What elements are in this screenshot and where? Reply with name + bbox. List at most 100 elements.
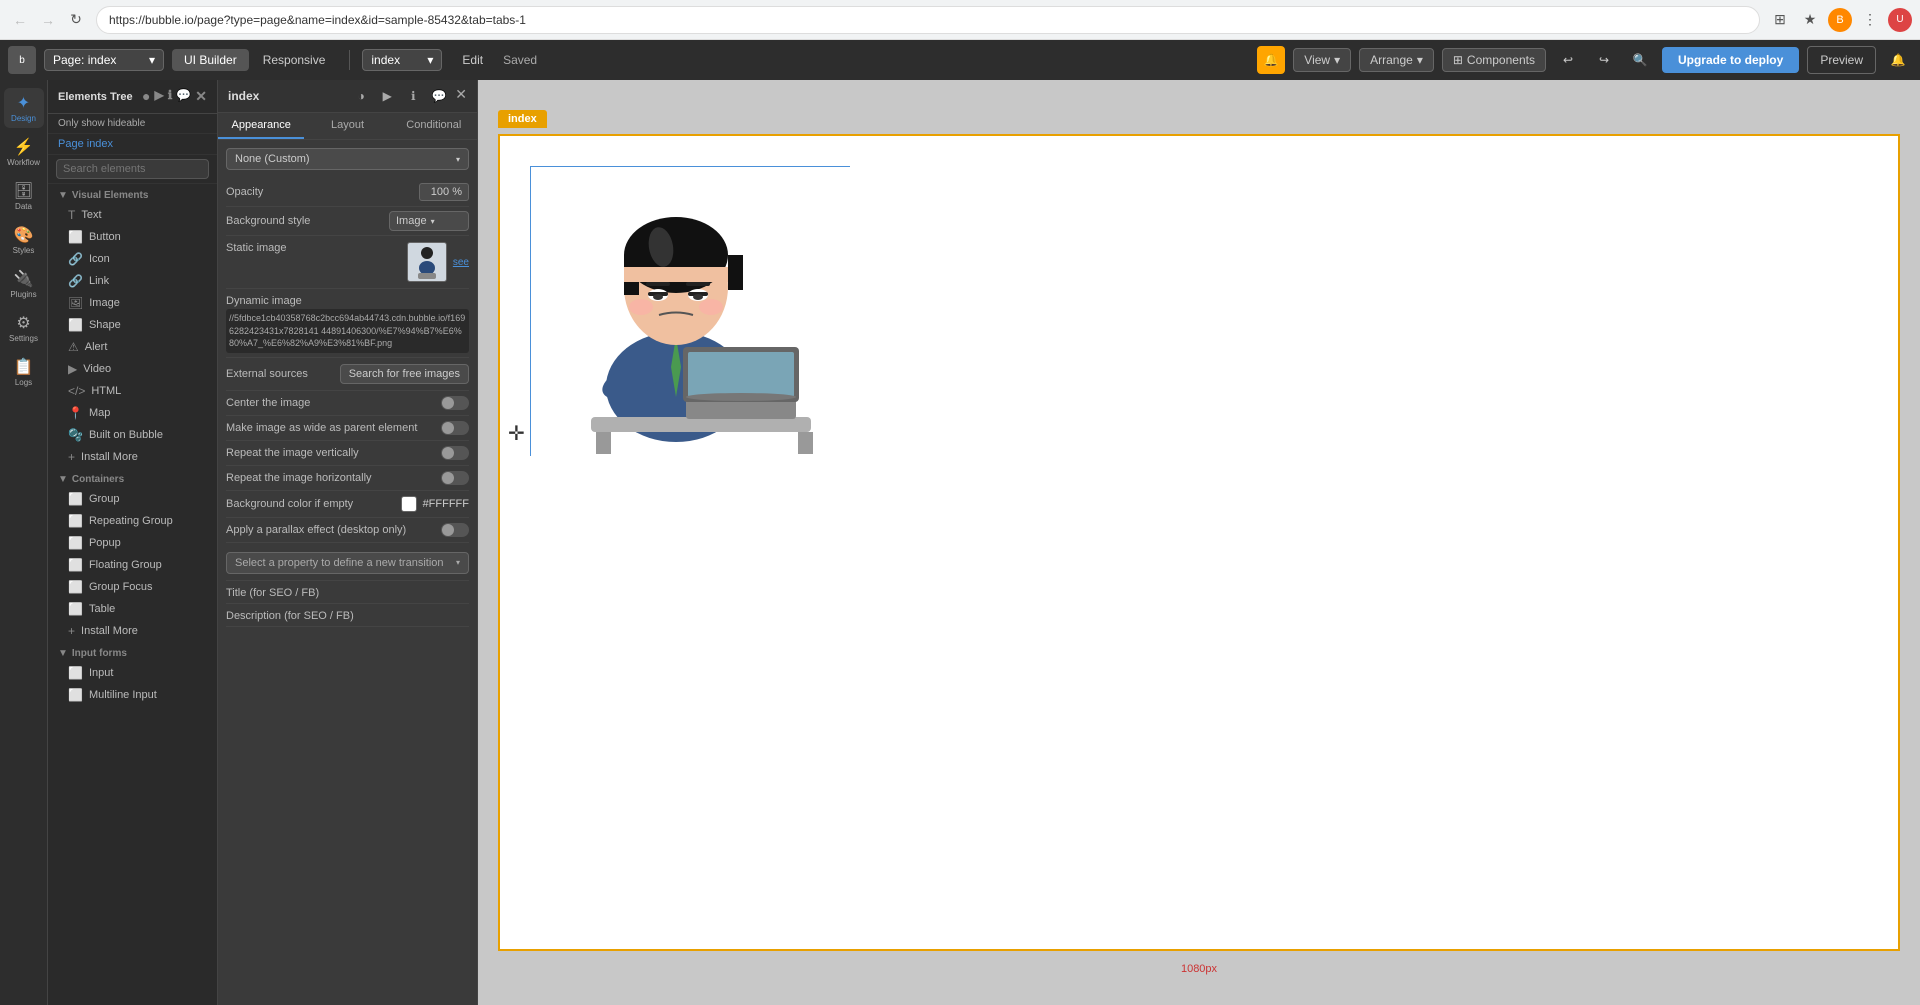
address-bar[interactable]: https://bubble.io/page?type=page&name=in…: [96, 6, 1760, 34]
canvas-content[interactable]: 767px: [498, 134, 1900, 951]
view-chevron: ▾: [1334, 53, 1340, 67]
elements-panel-chat[interactable]: 💬: [176, 88, 191, 105]
forward-button[interactable]: →: [36, 8, 60, 32]
see-button[interactable]: see: [453, 257, 469, 268]
prop-panel-info-icon[interactable]: ℹ: [403, 86, 423, 106]
upgrade-button[interactable]: Upgrade to deploy: [1662, 47, 1799, 73]
element-group-label: Group: [89, 493, 120, 505]
element-repeatinggroup[interactable]: ⬜ Repeating Group: [48, 510, 217, 532]
index-selector[interactable]: index ▾: [362, 49, 442, 71]
bg-color-swatch[interactable]: [401, 496, 417, 512]
prop-panel-play-icon[interactable]: ▶: [377, 86, 397, 106]
element-text[interactable]: T Text: [48, 204, 217, 226]
menu-icon[interactable]: ⋮: [1858, 8, 1882, 32]
data-label: Data: [15, 203, 32, 211]
search-elements-input[interactable]: [56, 159, 209, 179]
parallax-toggle[interactable]: [441, 523, 469, 537]
make-wide-toggle[interactable]: [441, 421, 469, 435]
bookmark-icon[interactable]: ★: [1798, 8, 1822, 32]
style-dropdown[interactable]: None (Custom) ▾: [226, 148, 469, 170]
prop-panel-chat-icon[interactable]: 💬: [429, 86, 449, 106]
search-images-button[interactable]: Search for free images: [340, 364, 469, 384]
tab-conditional[interactable]: Conditional: [391, 113, 477, 139]
settings-label: Settings: [9, 335, 38, 343]
elements-panel-info[interactable]: ℹ: [168, 88, 173, 105]
element-floatinggroup[interactable]: ⬜ Floating Group: [48, 554, 217, 576]
refresh-button[interactable]: ↻: [64, 8, 88, 32]
arrange-btn[interactable]: Arrange ▾: [1359, 48, 1434, 72]
toolbar-separator: [349, 50, 350, 70]
sidebar-item-settings[interactable]: ⚙ Settings: [4, 308, 44, 348]
transition-chevron: ▾: [456, 558, 460, 567]
search-btn[interactable]: 🔍: [1626, 46, 1654, 74]
page-index-label[interactable]: Page index: [48, 134, 217, 155]
repeat-vertical-toggle[interactable]: [441, 446, 469, 460]
elements-panel-play[interactable]: ▶: [155, 88, 164, 105]
prop-panel-close-btn[interactable]: ✕: [455, 86, 467, 106]
tab-layout[interactable]: Layout: [304, 113, 390, 139]
shape-icon: ⬜: [68, 318, 83, 332]
element-groupfocus[interactable]: ⬜ Group Focus: [48, 576, 217, 598]
bg-style-dropdown[interactable]: Image ▾: [389, 211, 469, 231]
redo-btn[interactable]: ↪: [1590, 46, 1618, 74]
selected-image-element[interactable]: [530, 166, 850, 456]
search-elements-container: [48, 155, 217, 184]
sidebar-item-workflow[interactable]: ⚡ Workflow: [4, 132, 44, 172]
element-icon[interactable]: 🔗 Icon: [48, 248, 217, 270]
undo-btn[interactable]: ↩: [1554, 46, 1582, 74]
back-button[interactable]: ←: [8, 8, 32, 32]
element-builtonbubble[interactable]: 🫧 Built on Bubble: [48, 424, 217, 446]
element-multiline[interactable]: ⬜ Multiline Input: [48, 684, 217, 706]
extensions-icon[interactable]: ⊞: [1768, 8, 1792, 32]
element-popup[interactable]: ⬜ Popup: [48, 532, 217, 554]
repeat-horizontal-toggle[interactable]: [441, 471, 469, 485]
bubble-icon[interactable]: B: [1828, 8, 1852, 32]
element-shape[interactable]: ⬜ Shape: [48, 314, 217, 336]
sidebar-item-design[interactable]: ✦ Design: [4, 88, 44, 128]
sidebar-item-plugins[interactable]: 🔌 Plugins: [4, 264, 44, 304]
sidebar-item-data[interactable]: 🗄 Data: [4, 176, 44, 216]
ui-builder-tab[interactable]: UI Builder: [172, 49, 249, 71]
element-map[interactable]: 📍 Map: [48, 402, 217, 424]
canvas-right-border: [1898, 136, 1900, 949]
elements-panel-circle: ●: [142, 88, 150, 105]
element-installmore[interactable]: + Install More: [48, 446, 217, 468]
element-input[interactable]: ⬜ Input: [48, 662, 217, 684]
tab-appearance[interactable]: Appearance: [218, 113, 304, 139]
element-image[interactable]: 🖼 Image: [48, 292, 217, 314]
element-installmore2[interactable]: + Install More: [48, 620, 217, 642]
containers-section[interactable]: ▼ Containers: [48, 468, 217, 488]
visual-elements-section[interactable]: ▼ Visual Elements: [48, 184, 217, 204]
canvas-bottom-border: [500, 949, 1898, 951]
element-group[interactable]: ⬜ Group: [48, 488, 217, 510]
user-avatar[interactable]: U: [1888, 8, 1912, 32]
element-alert[interactable]: ⚠ Alert: [48, 336, 217, 358]
components-btn[interactable]: ⊞ Components: [1442, 48, 1546, 72]
transition-placeholder: Select a property to define a new transi…: [235, 557, 444, 569]
prop-panel-moon-icon[interactable]: ◑: [351, 86, 371, 106]
element-video[interactable]: ▶ Video: [48, 358, 217, 380]
edit-btn[interactable]: Edit: [450, 49, 495, 71]
input-forms-section[interactable]: ▼ Input forms: [48, 642, 217, 662]
button-icon: ⬜: [68, 230, 83, 244]
show-hideable[interactable]: Only show hideable: [48, 114, 217, 134]
preview-button[interactable]: Preview: [1807, 46, 1876, 74]
elements-panel-close[interactable]: ✕: [195, 88, 207, 105]
element-button[interactable]: ⬜ Button: [48, 226, 217, 248]
bell-icon-btn[interactable]: 🔔: [1257, 46, 1285, 74]
icon-sidebar: ✦ Design ⚡ Workflow 🗄 Data 🎨 Styles 🔌 Pl…: [0, 80, 48, 1005]
element-link[interactable]: 🔗 Link: [48, 270, 217, 292]
canvas-area: index 767px: [478, 80, 1920, 1005]
element-table[interactable]: ⬜ Table: [48, 598, 217, 620]
responsive-tab[interactable]: Responsive: [251, 49, 338, 71]
element-html[interactable]: </> HTML: [48, 380, 217, 402]
page-selector[interactable]: Page: index ▾: [44, 49, 164, 71]
dynamic-image-url[interactable]: //5fdbce1cb40358768c2bcc694ab44743.cdn.b…: [226, 309, 469, 353]
move-cursor-icon[interactable]: ✛: [508, 421, 525, 446]
view-btn[interactable]: View ▾: [1293, 48, 1351, 72]
sidebar-item-logs[interactable]: 📋 Logs: [4, 352, 44, 392]
sidebar-item-styles[interactable]: 🎨 Styles: [4, 220, 44, 260]
center-image-toggle[interactable]: [441, 396, 469, 410]
transition-dropdown[interactable]: Select a property to define a new transi…: [226, 552, 469, 574]
notification-btn[interactable]: 🔔: [1884, 46, 1912, 74]
